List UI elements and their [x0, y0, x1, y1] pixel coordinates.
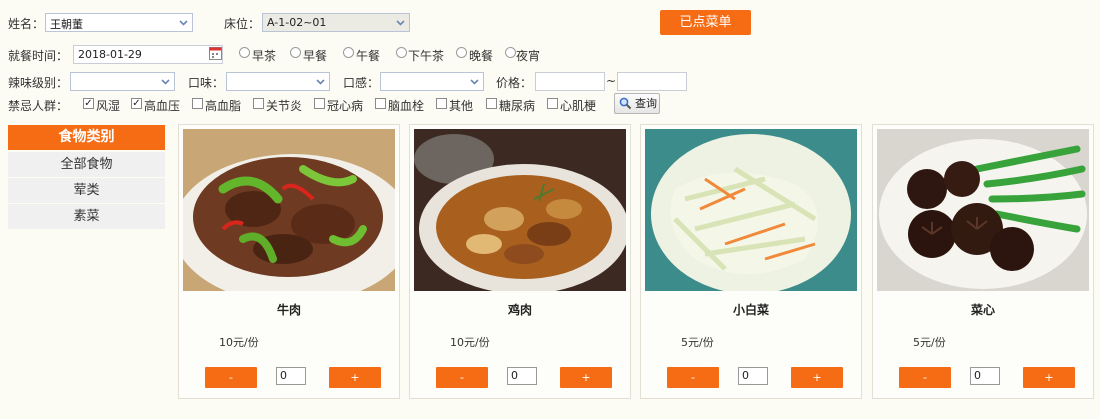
radio-morning-tea[interactable] [239, 47, 250, 58]
meal-date-input[interactable]: 2018-01-29 [73, 45, 223, 64]
restriction-option-label: 心肌梗 [560, 99, 597, 113]
bed-select-value: A-1-02~01 [267, 16, 327, 29]
checkbox-hyperlipidemia[interactable] [192, 98, 203, 109]
food-photo[interactable] [414, 129, 626, 291]
checkbox-myocardial-infarction[interactable] [547, 98, 558, 109]
checkbox-rheumatism[interactable]: ✓ [83, 98, 94, 109]
price-label: 价格： [496, 76, 533, 90]
quantity-input[interactable]: 0 [738, 367, 768, 385]
category-title: 食物类别 [8, 125, 165, 150]
checkbox-diabetes[interactable] [486, 98, 497, 109]
ordered-menu-button[interactable]: 已点菜单 [660, 10, 751, 35]
category-item-all[interactable]: 全部食物 [8, 152, 165, 177]
decrease-button[interactable]: - [667, 367, 719, 388]
food-name: 牛肉 [276, 303, 301, 317]
radio-breakfast[interactable] [290, 47, 301, 58]
query-button-label: 查询 [635, 97, 657, 110]
radio-late-snack[interactable] [505, 47, 516, 58]
increase-button[interactable]: + [791, 367, 843, 388]
meal-option-label: 下午茶 [408, 49, 445, 63]
checkbox-cerebral-thrombosis[interactable] [375, 98, 386, 109]
food-price: 5元/份 [681, 336, 714, 349]
quantity-input[interactable]: 0 [970, 367, 1000, 385]
radio-afternoon-tea[interactable] [396, 47, 407, 58]
decrease-button[interactable]: - [205, 367, 257, 388]
taste-select[interactable] [226, 72, 330, 91]
chevron-down-icon [179, 20, 188, 26]
name-select-value: 王朝董 [50, 18, 83, 31]
food-price: 5元/份 [913, 336, 946, 349]
chevron-down-icon [161, 79, 170, 85]
price-min-input[interactable] [535, 72, 605, 91]
magnifier-icon [619, 97, 632, 110]
food-photo[interactable] [645, 129, 857, 291]
food-card: 牛肉 10元/份 - 0 + [178, 124, 400, 399]
checkbox-other[interactable] [436, 98, 447, 109]
food-card: 菜心 5元/份 - 0 + [872, 124, 1094, 399]
price-separator: ~ [606, 74, 617, 88]
restriction-option-label: 风湿 [96, 99, 121, 113]
name-label: 姓名： [8, 17, 45, 31]
spice-level-label: 辣味级别： [8, 76, 69, 90]
checkbox-hypertension[interactable]: ✓ [131, 98, 142, 109]
food-price: 10元/份 [450, 336, 490, 349]
quantity-input[interactable]: 0 [507, 367, 537, 385]
bed-select[interactable]: A-1-02~01 [262, 13, 410, 32]
food-photo[interactable] [183, 129, 395, 291]
decrease-button[interactable]: - [436, 367, 488, 388]
chevron-down-icon [316, 79, 325, 85]
food-name: 菜心 [970, 303, 995, 317]
name-select[interactable]: 王朝董 [45, 13, 193, 32]
chevron-down-icon [396, 20, 405, 26]
texture-select[interactable] [380, 72, 484, 91]
meal-option-label: 午餐 [356, 49, 381, 63]
restriction-option-label: 其他 [449, 99, 474, 113]
spice-level-select[interactable] [70, 72, 175, 91]
restriction-option-label: 高血压 [144, 99, 181, 113]
restriction-option-label: 高血脂 [205, 99, 242, 113]
decrease-button[interactable]: - [899, 367, 951, 388]
food-photo[interactable] [877, 129, 1089, 291]
taste-label: 口味： [188, 76, 225, 90]
category-item-vegetable[interactable]: 素菜 [8, 204, 165, 229]
food-name: 鸡肉 [507, 303, 532, 317]
restriction-label: 禁忌人群： [8, 99, 69, 113]
quantity-input[interactable]: 0 [276, 367, 306, 385]
radio-lunch[interactable] [343, 47, 354, 58]
increase-button[interactable]: + [560, 367, 612, 388]
calendar-icon[interactable] [209, 46, 222, 60]
restriction-option-label: 脑血栓 [388, 99, 425, 113]
increase-button[interactable]: + [1023, 367, 1075, 388]
meal-time-label: 就餐时间： [8, 49, 69, 63]
meal-option-label: 早餐 [303, 49, 328, 63]
restriction-option-label: 糖尿病 [499, 99, 536, 113]
meal-option-label: 早茶 [252, 49, 277, 63]
food-name: 小白菜 [732, 303, 769, 317]
chevron-down-icon [470, 79, 479, 85]
bed-label: 床位： [224, 17, 261, 31]
meal-option-label: 晚餐 [469, 49, 494, 63]
checkbox-coronary[interactable] [314, 98, 325, 109]
category-item-meat[interactable]: 荤类 [8, 178, 165, 203]
restriction-option-label: 关节炎 [266, 99, 303, 113]
radio-dinner[interactable] [456, 47, 467, 58]
increase-button[interactable]: + [329, 367, 381, 388]
texture-label: 口感： [343, 76, 380, 90]
food-card: 鸡肉 10元/份 - 0 + [409, 124, 631, 399]
meal-date-value: 2018-01-29 [78, 48, 142, 61]
meal-option-label: 夜宵 [516, 49, 541, 63]
query-button[interactable]: 查询 [614, 93, 660, 114]
food-price: 10元/份 [219, 336, 259, 349]
restriction-option-label: 冠心病 [327, 99, 364, 113]
food-card: 小白菜 5元/份 - 0 + [640, 124, 862, 399]
price-max-input[interactable] [617, 72, 687, 91]
checkbox-arthritis[interactable] [253, 98, 264, 109]
